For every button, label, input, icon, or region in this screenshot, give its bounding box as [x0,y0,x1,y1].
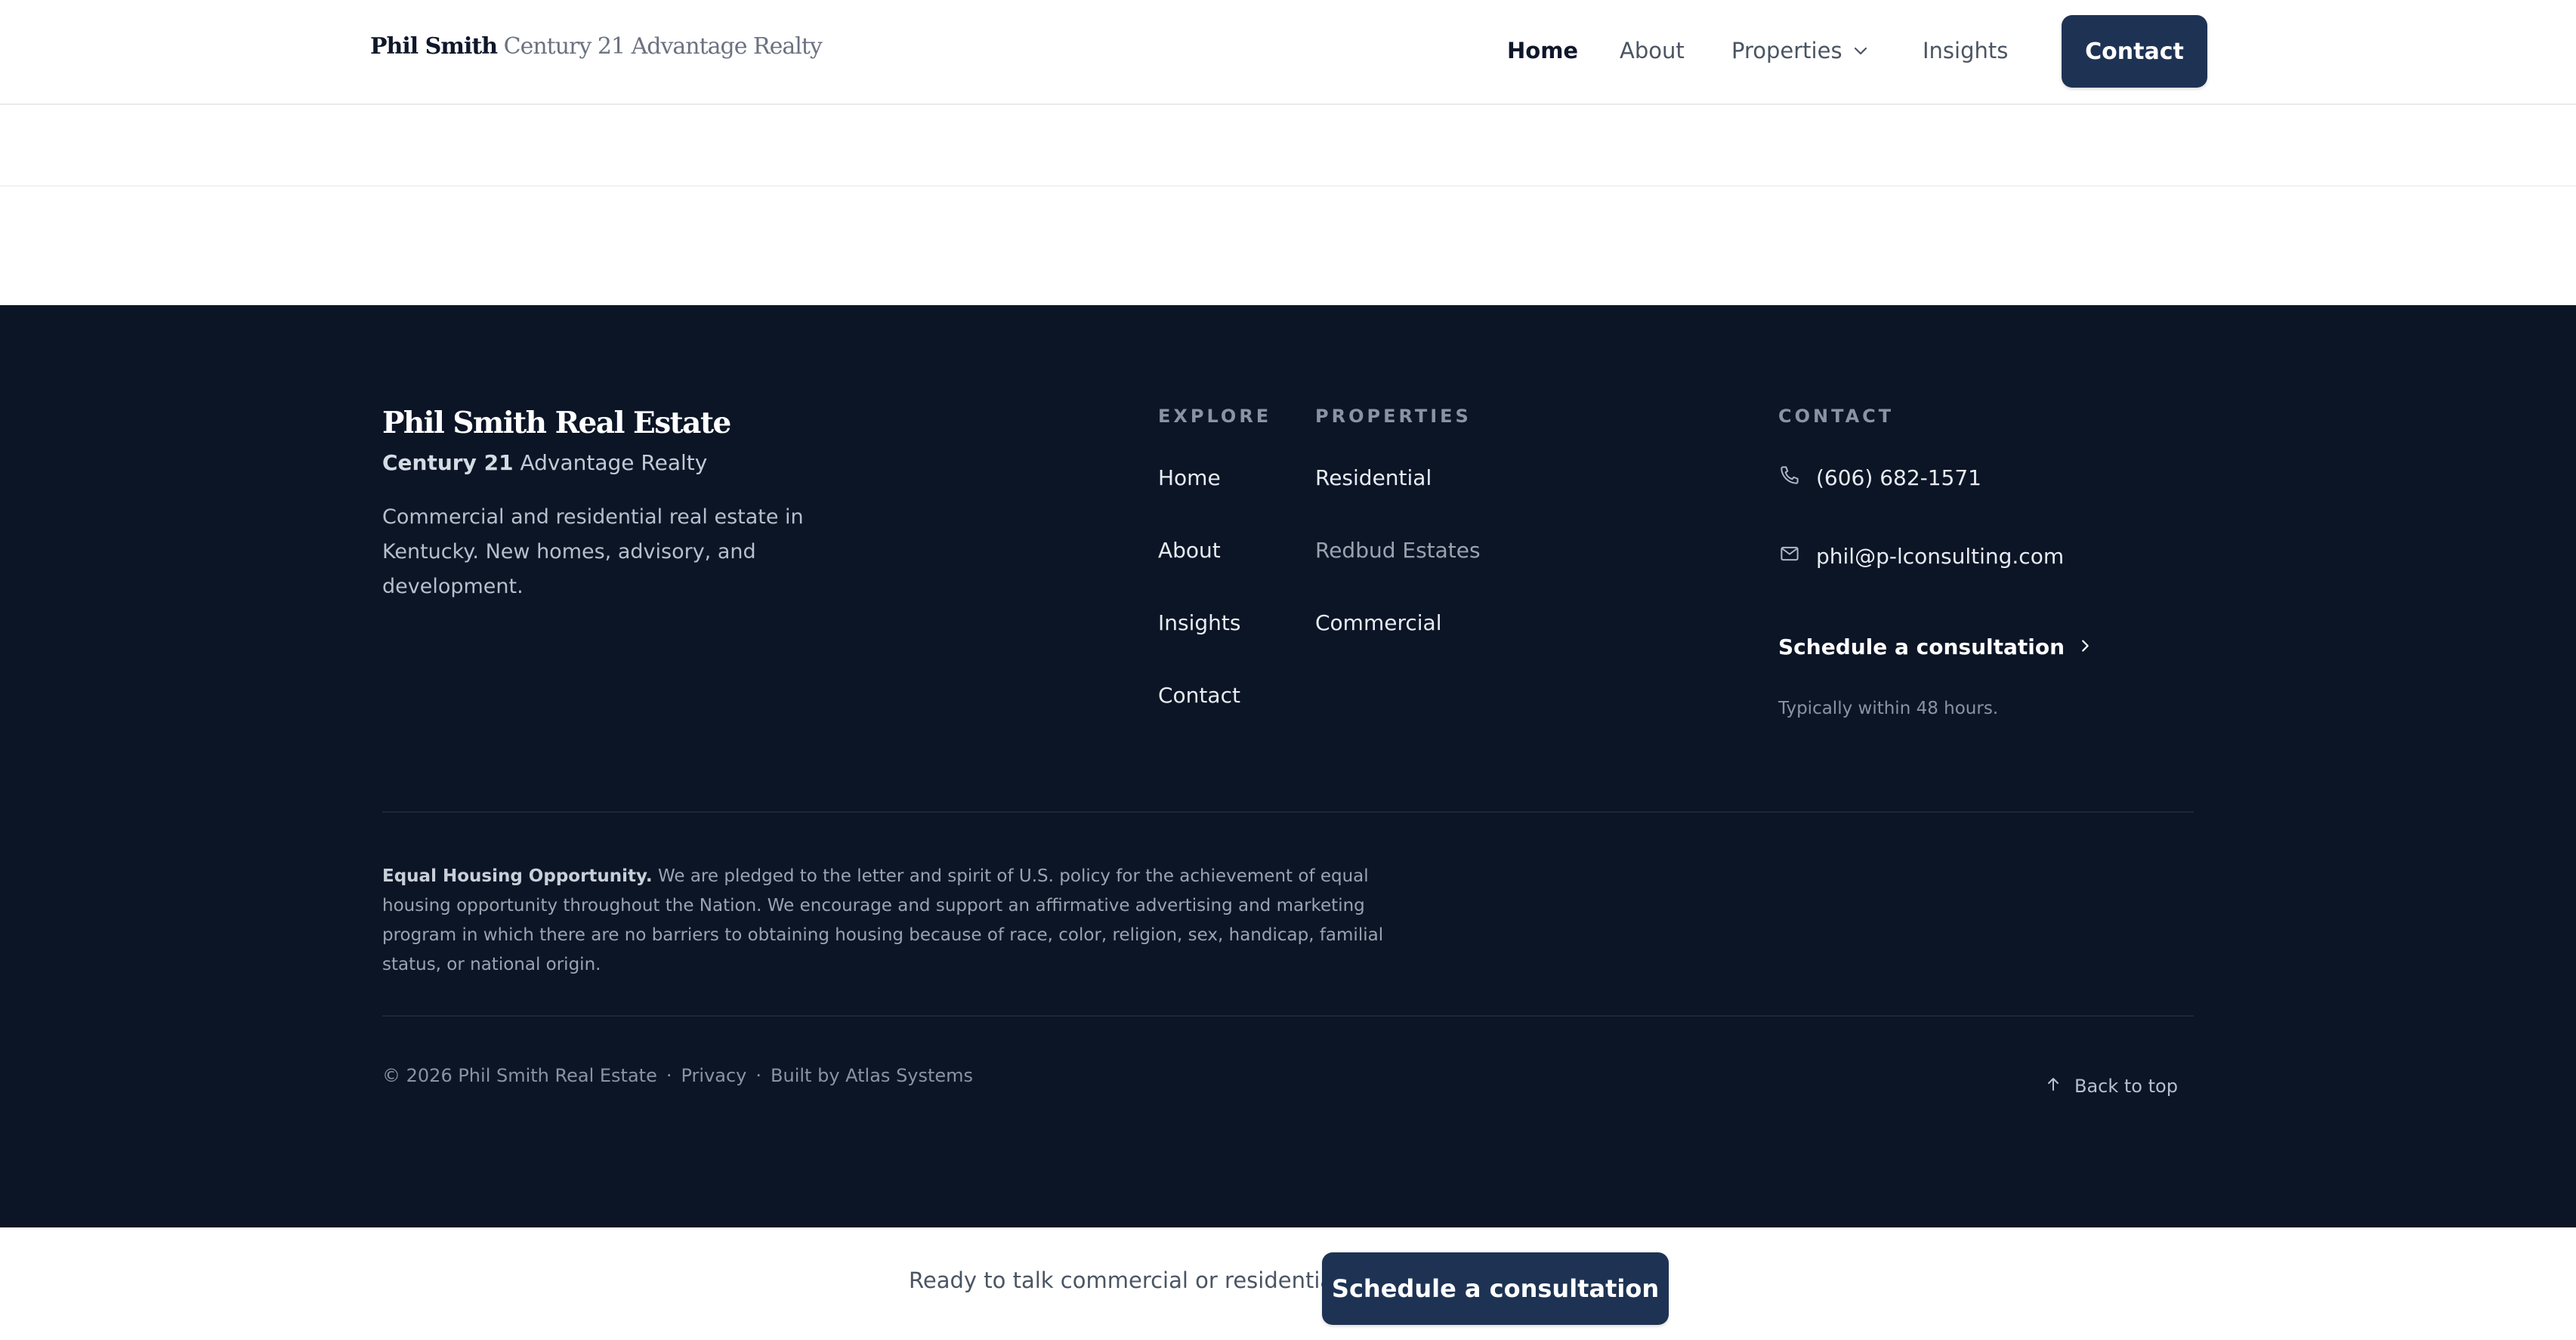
email-address: phil@p-lconsulting.com [1816,544,2065,569]
legal-bar: © 2026 Phil Smith Real Estate · Privacy · Bu… [382,1065,973,1086]
footer-subtitle: Century 21 Advantage Realty [382,450,707,475]
nav-properties[interactable]: Properties [1731,38,1870,65]
email-link[interactable]: phil@p-lconsulting.com [1778,542,2064,570]
schedule-consultation-button[interactable]: Schedule a consultation [1322,1252,1669,1325]
equal-housing-notice: Equal Housing Opportunity. We are pledge… [382,862,1410,980]
built-by-link[interactable]: Built by Atlas Systems [771,1065,973,1086]
nav-insights[interactable]: Insights [1923,38,2008,63]
chevron-right-icon [2065,634,2093,659]
footer-link-about[interactable]: About [1158,538,1221,563]
footer-divider-bottom [382,1015,2194,1017]
brand-name: Phil Smith [370,33,498,60]
privacy-link[interactable]: Privacy [681,1065,746,1086]
nav-about[interactable]: About [1620,38,1685,63]
properties-heading: PROPERTIES [1315,406,1472,427]
page: Phil Smith Century 21 Advantage Realty H… [0,0,2576,1340]
brand-logo[interactable]: Phil Smith Century 21 Advantage Realty [370,33,823,60]
schedule-consultation-label: Schedule a consultation [1778,634,2065,659]
copyright-text: © 2026 Phil Smith Real Estate [382,1065,657,1086]
footer-title: Phil Smith Real Estate [382,406,731,440]
footer-link-redbud-estates[interactable]: Redbud Estates [1315,538,1481,563]
footer-description: Commercial and residential real estate i… [382,505,804,598]
equal-housing-label: Equal Housing Opportunity. [382,866,653,886]
footer-link-residential[interactable]: Residential [1315,465,1432,490]
back-to-top-label: Back to top [2074,1076,2178,1097]
footer-subtitle-rest: Advantage Realty [520,450,708,475]
phone-number: (606) 682-1571 [1816,465,1981,490]
schedule-consultation-link[interactable]: Schedule a consultation [1778,634,2093,659]
back-to-top-link[interactable]: Back to top [2044,1074,2178,1098]
phone-link[interactable]: (606) 682-1571 [1778,464,1981,492]
footer-subtitle-strong: Century 21 [382,450,514,475]
legal-separator: · [666,1065,672,1086]
sticky-cta-bar: Ready to talk commercial or residential?… [0,1227,2576,1340]
arrow-up-icon [2044,1074,2074,1098]
consultation-note: Typically within 48 hours. [1778,699,1999,718]
footer-divider [382,811,2194,813]
footer-link-insights[interactable]: Insights [1158,610,1240,635]
site-header: Phil Smith Century 21 Advantage Realty H… [0,0,2576,105]
mail-icon [1778,542,1816,570]
cta-prompt: Ready to talk commercial or residential? [909,1267,1351,1293]
chevron-down-icon [1852,39,1870,65]
brand-affiliation: Century 21 Advantage Realty [503,33,823,60]
explore-heading: EXPLORE [1158,406,1272,427]
nav-home[interactable]: Home [1507,38,1578,63]
footer-link-home[interactable]: Home [1158,465,1221,490]
footer-link-commercial[interactable]: Commercial [1315,610,1441,635]
phone-icon [1778,464,1816,492]
contact-button[interactable]: Contact [2062,15,2207,88]
site-footer: Phil Smith Real Estate Century 21 Advant… [0,305,2576,1227]
nav-properties-label: Properties [1731,38,1842,63]
contact-heading: CONTACT [1778,406,1895,427]
footer-link-contact[interactable]: Contact [1158,683,1240,708]
legal-separator: · [755,1065,762,1086]
section-divider [0,185,2576,187]
